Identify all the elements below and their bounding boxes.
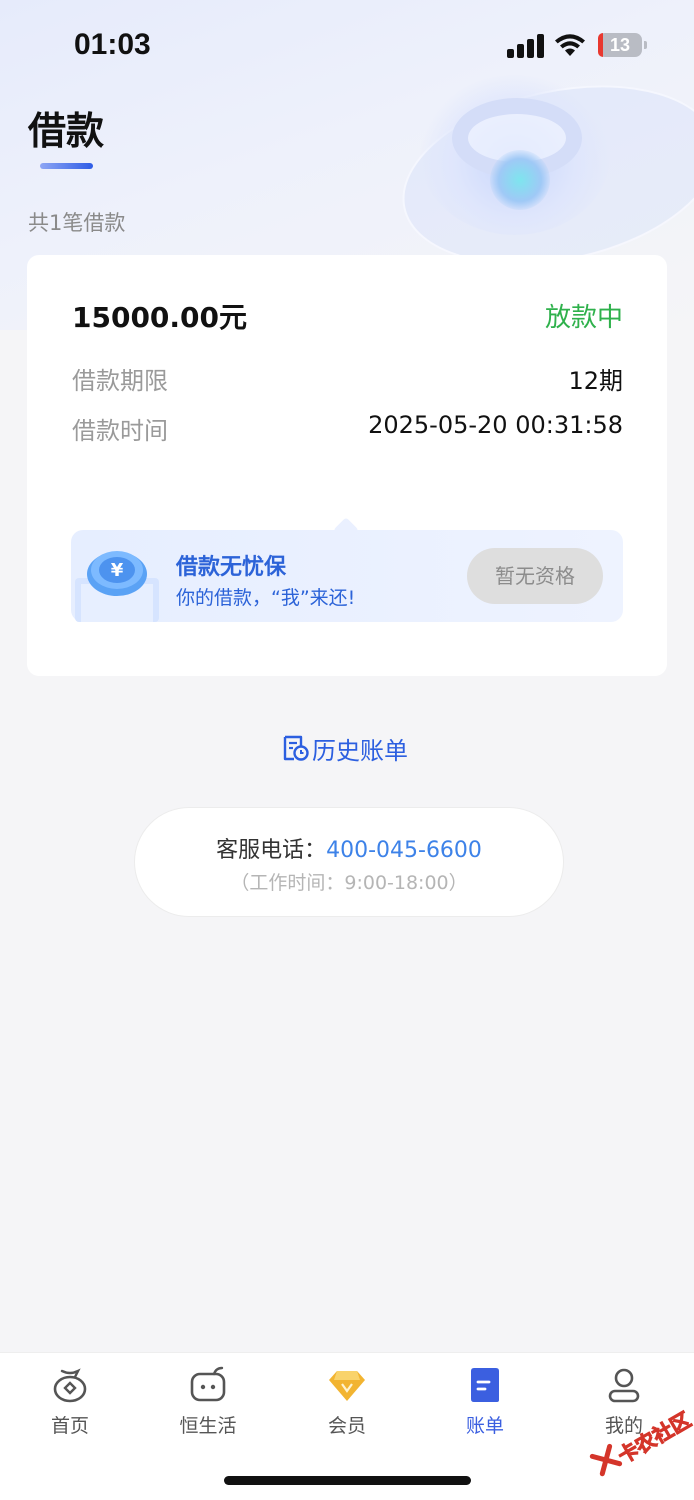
page-title: 借款 (28, 109, 105, 153)
loan-status: 放款中 (544, 303, 623, 333)
loan-count: 共1笔借款 (28, 211, 126, 235)
service-phone[interactable]: 400-045-6600 (326, 838, 482, 863)
profile-icon (608, 1368, 640, 1403)
customer-service-box[interactable]: 客服电话：400-045-6600 （工作时间：9:00-18:00） (134, 807, 564, 917)
service-label: 客服电话： (216, 838, 327, 863)
watermark-text: 卡农社区 (613, 1407, 694, 1469)
svg-text:¥: ¥ (111, 560, 124, 581)
bill-icon (471, 1368, 499, 1402)
loan-amount: 15000.00元 (72, 301, 248, 334)
battery-icon: 13 (598, 33, 647, 57)
tab-life[interactable]: 恒生活 (158, 1365, 258, 1445)
cellular-signal-icon (507, 34, 545, 58)
service-line: 客服电话：400-045-6600 (135, 832, 563, 864)
tab-label-home: 首页 (50, 1415, 89, 1437)
wifi-icon (555, 34, 585, 56)
tab-label-member: 会员 (327, 1415, 366, 1437)
promo-title: 借款无忧保 (176, 555, 287, 580)
tab-member[interactable]: 会员 (297, 1365, 397, 1445)
home-indicator (224, 1476, 471, 1485)
tab-bill[interactable]: 账单 (435, 1365, 535, 1445)
ineligible-button[interactable]: 暂无资格 (467, 548, 603, 604)
bill-history-icon (283, 735, 309, 761)
history-bills-link[interactable]: 历史账单 (281, 731, 408, 765)
term-label: 借款期限 (72, 367, 168, 395)
insurance-promo[interactable]: ¥ 借款无忧保 你的借款，“我”来还! 暂无资格 (71, 517, 623, 622)
term-value: 12期 (568, 367, 623, 395)
decor-light (490, 150, 550, 210)
time-value: 2025-05-20 00:31:58 (368, 411, 623, 439)
service-hours: （工作时间：9:00-18:00） (230, 872, 468, 894)
time-label: 借款时间 (72, 417, 168, 445)
home-icon (53, 1368, 87, 1403)
promo-subtitle: 你的借款，“我”来还! (176, 587, 356, 609)
status-bar: 01:03 13 (0, 0, 694, 92)
promo-notch (333, 517, 359, 543)
history-label: 历史账单 (312, 736, 408, 765)
title-underline (40, 163, 93, 169)
tab-label-life: 恒生活 (179, 1415, 237, 1437)
diamond-icon (329, 1371, 365, 1401)
status-time: 01:03 (74, 28, 151, 61)
tab-home[interactable]: 首页 (20, 1365, 120, 1445)
tab-label-bill: 账单 (465, 1415, 504, 1437)
loan-card[interactable]: 15000.00元 放款中 借款期限 12期 借款时间 2025-05-20 0… (27, 255, 667, 676)
life-icon (190, 1366, 226, 1402)
coin-icon: ¥ (75, 551, 159, 622)
